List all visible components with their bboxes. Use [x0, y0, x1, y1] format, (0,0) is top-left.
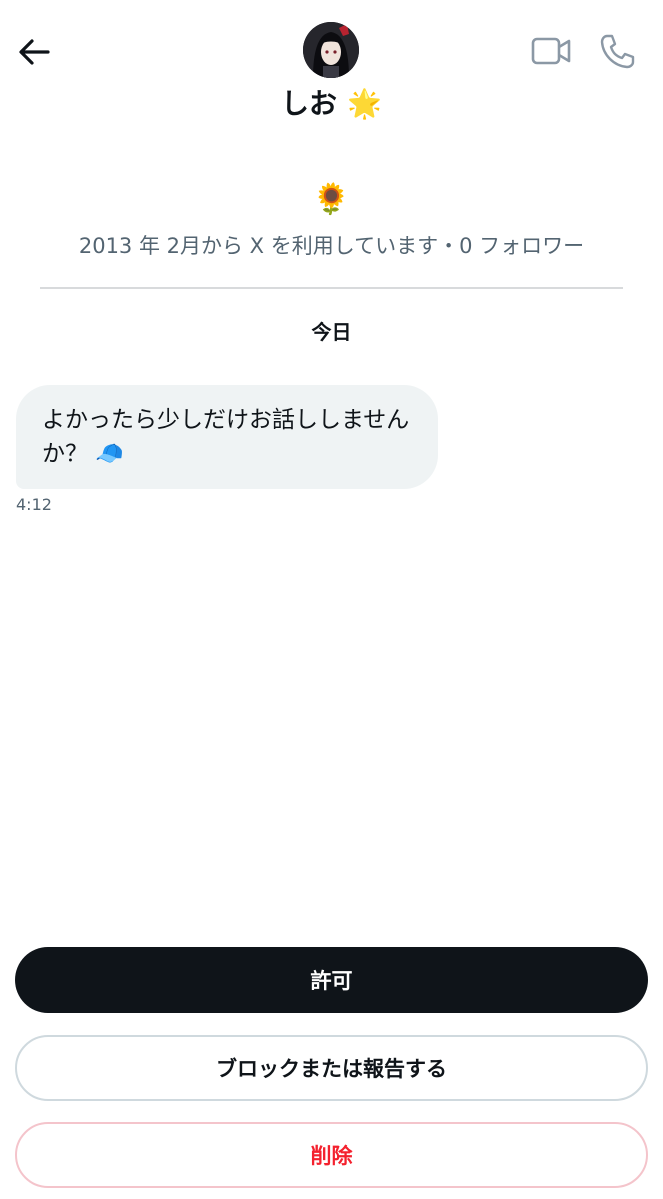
conversation-header: しお 🌟	[0, 0, 663, 130]
profile-meta: 2013 年 2月から X を利用しています・0 フォロワー	[78, 234, 585, 258]
delete-button[interactable]: 削除	[15, 1122, 648, 1188]
user-name: しお 🌟	[0, 82, 663, 126]
profile-bio-emoji: 🌻	[312, 182, 351, 217]
block-or-report-button[interactable]: ブロックまたは報告する	[15, 1035, 648, 1101]
allow-button[interactable]: 許可	[15, 947, 648, 1013]
back-button[interactable]	[14, 32, 54, 72]
date-label: 今日	[311, 320, 352, 344]
user-name-text: しお	[281, 87, 338, 120]
message-bubble[interactable]: よかったら少しだけお話ししませんか？ 🧢	[16, 385, 438, 489]
divider	[40, 287, 623, 289]
avatar-image	[303, 22, 359, 78]
star-emoji: 🌟	[347, 87, 382, 120]
video-call-button[interactable]	[530, 34, 572, 68]
arrow-left-icon	[19, 39, 50, 65]
voice-call-button[interactable]	[598, 32, 636, 70]
video-camera-icon	[531, 37, 571, 65]
message-timestamp: 4:12	[16, 495, 52, 514]
message-text: よかったら少しだけお話ししませんか？ 🧢	[42, 407, 410, 467]
avatar[interactable]	[303, 22, 359, 78]
phone-icon	[600, 34, 635, 69]
